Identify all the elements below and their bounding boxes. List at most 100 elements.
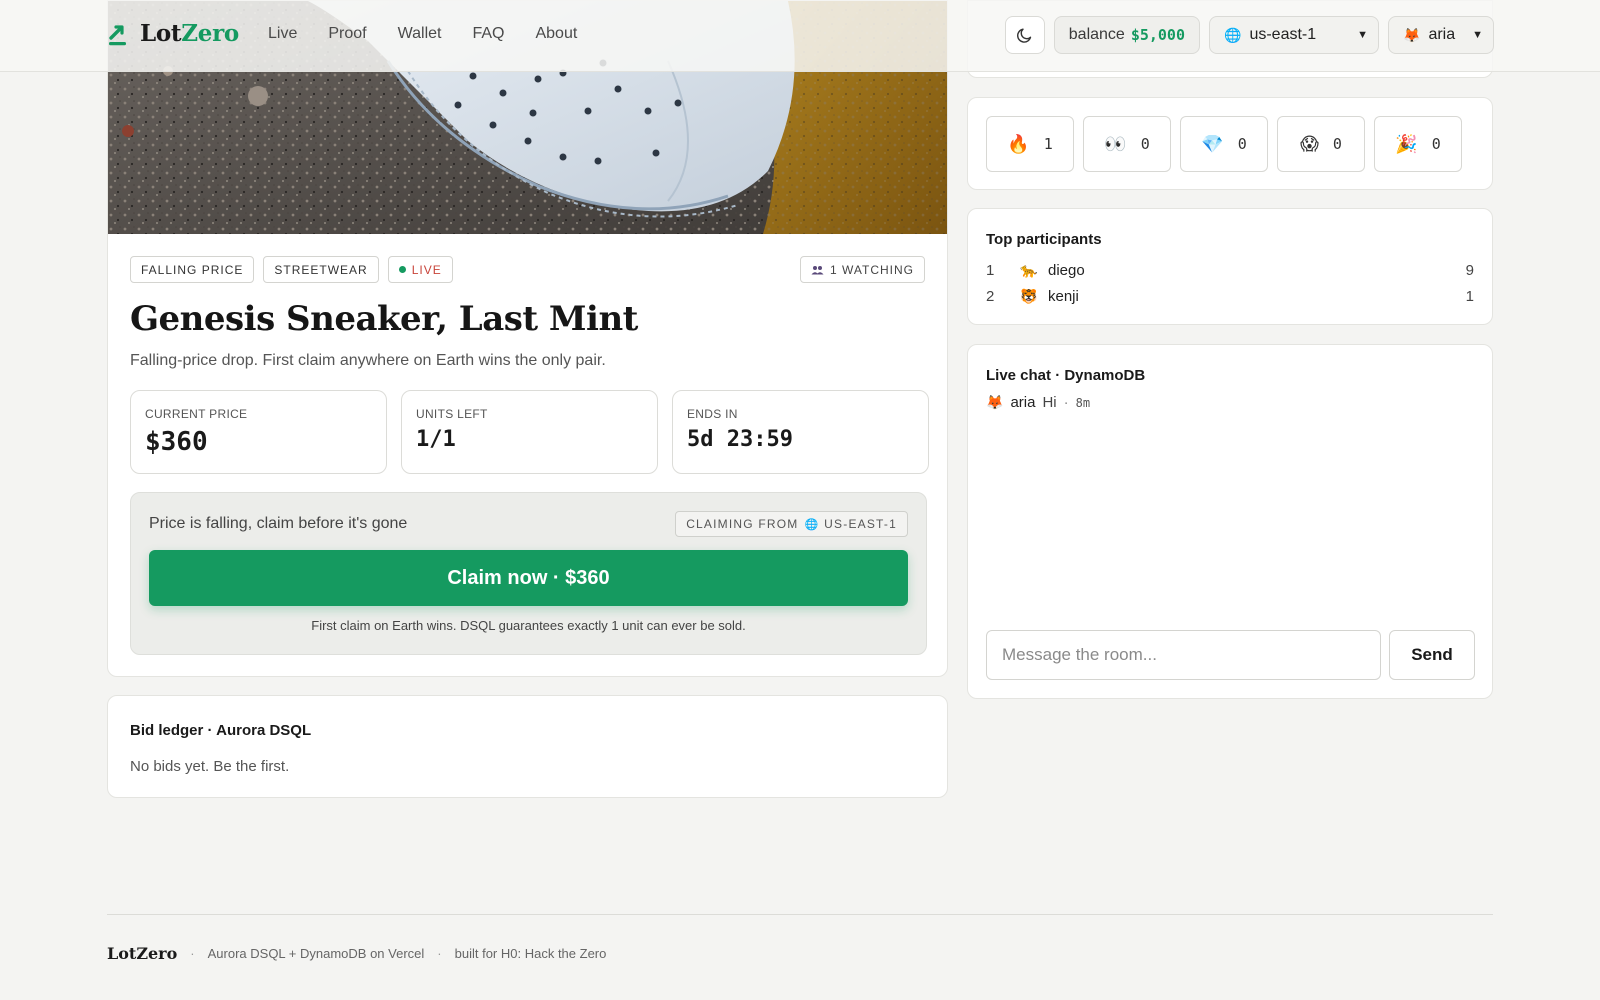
stat-units-left: UNITS LEFT 1/1 xyxy=(401,390,658,474)
brand-logo[interactable]: LotZero xyxy=(108,20,239,47)
footer: LotZero · Aurora DSQL + DynamoDB on Verc… xyxy=(107,944,606,963)
reactions-card: 🔥 1 👀 0 💎 0 😱 0 🎉 0 xyxy=(967,97,1493,190)
bid-ledger-empty: No bids yet. Be the first. xyxy=(130,758,290,775)
watching-badge: 1 WATCHING xyxy=(800,256,925,283)
chevron-down-icon: ▼ xyxy=(1357,29,1368,41)
footer-stack: Aurora DSQL + DynamoDB on Vercel xyxy=(207,946,425,961)
user-avatar-icon: 🦊 xyxy=(1403,26,1421,43)
claim-hint: Price is falling, claim before it's gone xyxy=(149,515,408,532)
brand-mark-icon xyxy=(109,24,126,45)
live-dot-icon xyxy=(398,266,406,273)
globe-icon: 🌐 xyxy=(804,518,819,531)
chat-text: Hi xyxy=(1042,394,1057,411)
balance-value: $5,000 xyxy=(1130,26,1185,44)
footer-credit: built for H0: Hack the Zero xyxy=(454,946,607,961)
chat-time: 8m xyxy=(1075,395,1091,410)
stat-value: 5d 23:59 xyxy=(687,427,793,452)
lot-card: FALLING PRICE STREETWEAR LIVE 1 WATCHING… xyxy=(107,0,948,677)
people-icon xyxy=(811,265,824,274)
stat-label: UNITS LEFT xyxy=(416,407,488,421)
reaction-count: 0 xyxy=(1140,135,1150,153)
lot-stats: CURRENT PRICE $360 UNITS LEFT 1/1 ENDS I… xyxy=(130,390,929,474)
claiming-from-badge: CLAIMING FROM 🌐 US-EAST-1 xyxy=(675,511,908,537)
footer-separator: · xyxy=(190,946,195,961)
claim-now-button[interactable]: Claim now · $360 xyxy=(149,550,908,606)
fire-icon: 🔥 xyxy=(1007,133,1030,154)
bid-ledger-title: Bid ledger · Aurora DSQL xyxy=(130,722,312,739)
main-nav: Live Proof Wallet FAQ About xyxy=(268,25,577,43)
footer-brand: LotZero xyxy=(107,944,178,963)
user-name: aria xyxy=(1428,26,1456,43)
top-participants-card: Top participants 1 🐆 diego 9 2 🐯 kenji 1 xyxy=(967,208,1493,325)
participant-rank: 2 xyxy=(986,287,995,305)
brand-name-zero: Zero xyxy=(181,20,239,47)
tag-live: LIVE xyxy=(387,256,453,283)
participant-name: kenji xyxy=(1048,287,1079,305)
chevron-down-icon: ▼ xyxy=(1472,29,1483,41)
gem-icon: 💎 xyxy=(1201,133,1224,154)
nav-live[interactable]: Live xyxy=(268,25,297,43)
participant-avatar-icon: 🐆 xyxy=(1020,261,1038,278)
claiming-region: US-EAST-1 xyxy=(824,517,897,531)
scream-icon: 😱 xyxy=(1300,133,1319,154)
participant-row: 2 🐯 kenji 1 xyxy=(986,285,1474,307)
balance-display: balance $5,000 xyxy=(1053,16,1200,54)
send-button[interactable]: Send xyxy=(1389,630,1475,680)
tag-falling-price: FALLING PRICE xyxy=(130,256,255,283)
participant-count: 1 xyxy=(1465,287,1474,305)
claiming-from-label: CLAIMING FROM xyxy=(686,517,799,531)
claim-panel: Price is falling, claim before it's gone… xyxy=(130,492,927,655)
lot-tags: FALLING PRICE STREETWEAR LIVE xyxy=(130,256,453,283)
participant-rank: 1 xyxy=(986,261,995,279)
header-controls: balance $5,000 🌐 us-east-1 ▼ 🦊 aria ▼ xyxy=(1004,16,1494,54)
reaction-party-button[interactable]: 🎉 0 xyxy=(1374,116,1462,172)
moon-icon xyxy=(1016,28,1031,43)
tag-streetwear: STREETWEAR xyxy=(263,256,379,283)
user-select[interactable]: 🦊 aria ▼ xyxy=(1388,16,1494,54)
tag-live-label: LIVE xyxy=(411,262,442,277)
chat-separator: · xyxy=(1063,394,1069,411)
participant-row: 1 🐆 diego 9 xyxy=(986,259,1474,281)
participant-avatar-icon: 🐯 xyxy=(1020,287,1038,304)
nav-proof[interactable]: Proof xyxy=(328,25,366,43)
chat-author: aria xyxy=(1010,394,1036,411)
reaction-eyes-button[interactable]: 👀 0 xyxy=(1083,116,1171,172)
stat-ends-in: ENDS IN 5d 23:59 xyxy=(672,390,929,474)
chat-message: 🦊 aria Hi · 8m xyxy=(986,394,1090,411)
top-navigation-bar: LotZero Live Proof Wallet FAQ About bala… xyxy=(0,0,1600,72)
reaction-gem-button[interactable]: 💎 0 xyxy=(1180,116,1268,172)
nav-wallet[interactable]: Wallet xyxy=(398,25,442,43)
chat-message-input[interactable] xyxy=(986,630,1381,680)
participant-count: 9 xyxy=(1465,261,1474,279)
stat-label: CURRENT PRICE xyxy=(145,407,248,421)
brand-name-lot: Lot xyxy=(140,20,182,47)
balance-label: balance xyxy=(1068,26,1125,43)
globe-icon: 🌐 xyxy=(1224,26,1242,43)
stat-value: 1/1 xyxy=(416,427,456,452)
nav-faq[interactable]: FAQ xyxy=(472,25,504,43)
footer-divider xyxy=(107,914,1493,915)
reaction-count: 1 xyxy=(1043,135,1053,153)
live-chat-title: Live chat · DynamoDB xyxy=(986,367,1146,384)
footer-separator: · xyxy=(437,946,442,961)
region-value: us-east-1 xyxy=(1249,26,1317,43)
live-chat-card: Live chat · DynamoDB 🦊 aria Hi · 8m Send xyxy=(967,344,1493,699)
bid-ledger-card: Bid ledger · Aurora DSQL No bids yet. Be… xyxy=(107,695,948,798)
nav-about[interactable]: About xyxy=(535,25,577,43)
reaction-count: 0 xyxy=(1431,135,1441,153)
stat-current-price: CURRENT PRICE $360 xyxy=(130,390,387,474)
lot-subtitle: Falling-price drop. First claim anywhere… xyxy=(130,352,606,369)
brand-name: LotZero xyxy=(140,20,239,47)
chat-avatar-icon: 🦊 xyxy=(986,394,1004,410)
reaction-scream-button[interactable]: 😱 0 xyxy=(1277,116,1365,172)
top-participants-title: Top participants xyxy=(986,231,1102,248)
lot-title: Genesis Sneaker, Last Mint xyxy=(130,299,638,339)
eyes-icon: 👀 xyxy=(1104,133,1127,154)
reaction-fire-button[interactable]: 🔥 1 xyxy=(986,116,1074,172)
claim-note: First claim on Earth wins. DSQL guarante… xyxy=(311,618,746,633)
region-select[interactable]: 🌐 us-east-1 ▼ xyxy=(1209,16,1379,54)
theme-toggle-button[interactable] xyxy=(1004,16,1045,54)
stat-value: $360 xyxy=(145,427,208,457)
watching-count: 1 WATCHING xyxy=(830,262,914,277)
participant-name: diego xyxy=(1048,261,1085,279)
